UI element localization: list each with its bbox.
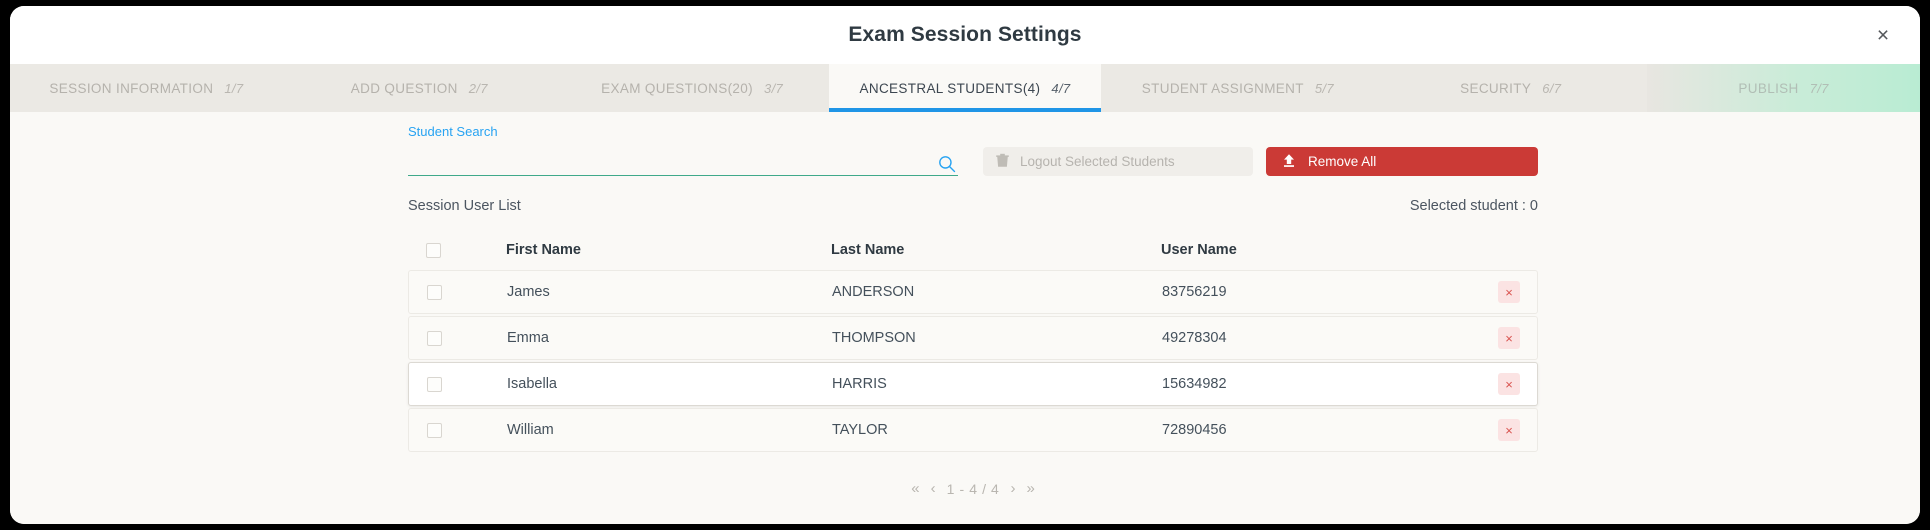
row-checkbox[interactable]: [427, 330, 442, 346]
tab-student-assignment[interactable]: STUDENT ASSIGNMENT 5/7: [1101, 64, 1375, 112]
remove-row-button[interactable]: ×: [1498, 373, 1520, 395]
cell-first-name: William: [507, 422, 554, 438]
first-page-icon[interactable]: «: [911, 480, 919, 497]
page-title: Exam Session Settings: [848, 23, 1082, 46]
logout-button-label: Logout Selected Students: [1020, 154, 1175, 169]
upload-icon: [1282, 153, 1296, 171]
row-action-cell: ×: [1481, 327, 1537, 349]
tab-publish[interactable]: PUBLISH 7/7: [1647, 64, 1920, 112]
tab-label: ANCESTRAL STUDENTS(4): [859, 80, 1041, 96]
select-all-checkbox[interactable]: [426, 242, 441, 258]
table-row[interactable]: Isabella HARRIS 15634982 ×: [408, 362, 1538, 406]
cell-first-name: Emma: [507, 330, 549, 346]
tab-step: 5/7: [1314, 80, 1334, 96]
cell-last-name: TAYLOR: [832, 422, 888, 438]
column-header-first-name: First Name: [506, 242, 581, 258]
selected-student-count: Selected student : 0: [1409, 198, 1538, 214]
row-checkbox[interactable]: [427, 376, 442, 392]
remove-all-button[interactable]: Remove All: [1266, 147, 1538, 176]
cell-last-name: THOMPSON: [832, 330, 916, 346]
tab-label: SESSION INFORMATION: [49, 80, 214, 96]
pagination: « ‹ 1 - 4 / 4 › »: [408, 480, 1538, 497]
row-select-cell: [409, 284, 507, 300]
tab-step: 4/7: [1051, 80, 1071, 96]
tab-ancestral-students[interactable]: ANCESTRAL STUDENTS(4) 4/7: [828, 64, 1102, 112]
tab-label: STUDENT ASSIGNMENT: [1141, 80, 1304, 96]
remove-all-button-label: Remove All: [1308, 154, 1377, 169]
tab-label: PUBLISH: [1738, 80, 1799, 96]
cell-user-name: 72890456: [1162, 422, 1227, 438]
session-user-list-header: Session User List Selected student : 0: [408, 198, 1538, 214]
column-header-last-name: Last Name: [831, 242, 905, 258]
trash-icon: [996, 153, 1009, 171]
remove-row-button[interactable]: ×: [1498, 281, 1520, 303]
tab-add-question[interactable]: ADD QUESTION 2/7: [282, 64, 556, 112]
session-user-table: First Name Last Name User Name James AND…: [408, 230, 1538, 454]
table-row[interactable]: Emma THOMPSON 49278304 ×: [408, 316, 1538, 360]
search-and-actions-row: Student Search Logout Selected Students …: [408, 124, 1538, 180]
row-action-cell: ×: [1481, 419, 1537, 441]
exam-session-settings-dialog: Exam Session Settings × SESSION INFORMAT…: [10, 6, 1920, 524]
remove-row-button[interactable]: ×: [1498, 327, 1520, 349]
tab-step: 7/7: [1809, 80, 1829, 96]
logout-selected-students-button[interactable]: Logout Selected Students: [983, 147, 1253, 176]
tab-label: SECURITY: [1460, 80, 1532, 96]
student-search-label: Student Search: [408, 124, 498, 139]
tab-step: 2/7: [468, 80, 488, 96]
table-header-row: First Name Last Name User Name: [408, 230, 1538, 270]
cell-user-name: 15634982: [1162, 376, 1227, 392]
remove-row-button[interactable]: ×: [1498, 419, 1520, 441]
row-select-cell: [409, 330, 507, 346]
last-page-icon[interactable]: »: [1026, 480, 1034, 497]
row-action-cell: ×: [1481, 373, 1537, 395]
tab-security[interactable]: SECURITY 6/7: [1374, 64, 1648, 112]
prev-page-icon[interactable]: ‹: [931, 480, 936, 497]
row-checkbox[interactable]: [427, 284, 442, 300]
select-all-cell: [408, 242, 506, 258]
tab-step: 1/7: [224, 80, 244, 96]
tab-step: 6/7: [1542, 80, 1562, 96]
search-icon[interactable]: [938, 155, 956, 173]
row-checkbox[interactable]: [427, 422, 442, 438]
page-range-info: 1 - 4 / 4: [946, 480, 1000, 497]
tab-step: 3/7: [764, 80, 784, 96]
row-select-cell: [409, 422, 507, 438]
column-header-user-name: User Name: [1161, 242, 1237, 258]
search-input-wrap: [408, 151, 958, 176]
wizard-tabs: SESSION INFORMATION 1/7 ADD QUESTION 2/7…: [10, 64, 1920, 112]
cell-first-name: James: [507, 284, 550, 300]
tab-label: EXAM QUESTIONS(20): [601, 80, 753, 96]
cell-last-name: ANDERSON: [832, 284, 915, 300]
dialog-header: Exam Session Settings ×: [10, 6, 1920, 64]
cell-first-name: Isabella: [507, 376, 557, 392]
row-action-cell: ×: [1481, 281, 1537, 303]
next-page-icon[interactable]: ›: [1010, 480, 1015, 497]
tab-label: ADD QUESTION: [350, 80, 458, 96]
tab-exam-questions[interactable]: EXAM QUESTIONS(20) 3/7: [555, 64, 829, 112]
cell-user-name: 83756219: [1162, 284, 1227, 300]
tab-session-information[interactable]: SESSION INFORMATION 1/7: [10, 64, 283, 112]
student-search-field: Student Search: [408, 124, 958, 176]
close-icon[interactable]: ×: [1868, 20, 1898, 50]
table-row[interactable]: William TAYLOR 72890456 ×: [408, 408, 1538, 452]
session-user-list-title: Session User List: [408, 198, 521, 214]
cell-user-name: 49278304: [1162, 330, 1227, 346]
row-select-cell: [409, 376, 507, 392]
ancestral-students-panel: Student Search Logout Selected Students …: [10, 112, 1920, 524]
search-input[interactable]: [408, 151, 958, 175]
table-row[interactable]: James ANDERSON 83756219 ×: [408, 270, 1538, 314]
cell-last-name: HARRIS: [832, 376, 887, 392]
